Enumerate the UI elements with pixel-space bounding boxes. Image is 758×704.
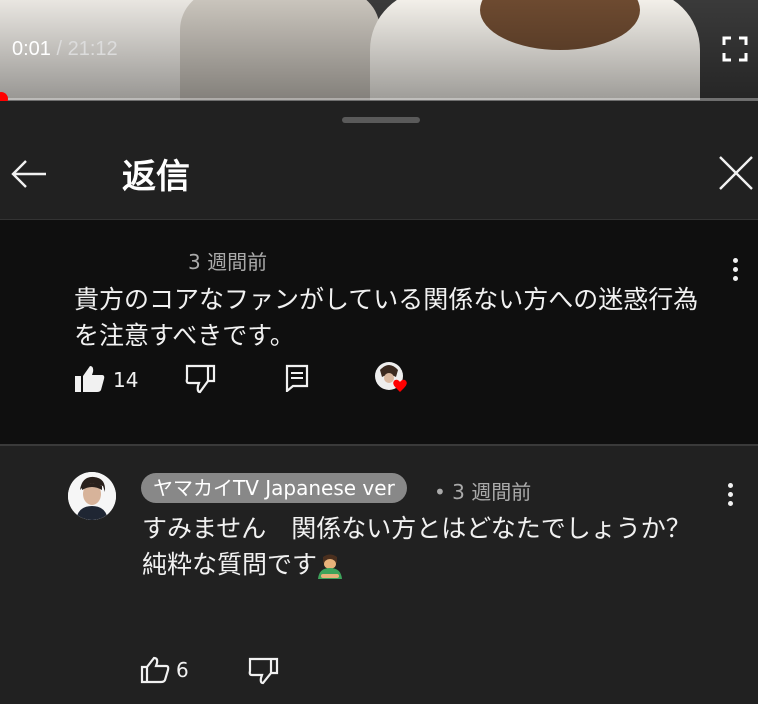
person-bowing-emoji-icon — [318, 554, 343, 579]
section-divider — [0, 444, 758, 446]
video-player[interactable]: 0:01 / 21:12 — [0, 0, 758, 100]
parent-comment: 3 週間前 貴方のコアなファンがしている関係ない方への迷惑行為を注意すべきです。… — [0, 220, 758, 444]
thumb-up-outline-icon[interactable] — [140, 656, 170, 684]
fullscreen-icon[interactable] — [722, 36, 748, 62]
comment-time: 3 週間前 — [188, 250, 268, 274]
back-arrow-icon[interactable] — [10, 155, 48, 193]
thumb-up-filled-icon[interactable] — [74, 364, 106, 394]
reply-time: • 3 週間前 — [434, 480, 532, 504]
total-time: / 21:12 — [50, 38, 118, 60]
more-vert-icon[interactable] — [726, 483, 734, 509]
more-vert-icon[interactable] — [731, 258, 739, 284]
reply-line-with-emoji: 純粋な質問です — [142, 547, 702, 583]
avatar[interactable] — [68, 472, 116, 520]
close-icon[interactable] — [716, 153, 756, 193]
panel-title: 返信 — [122, 157, 190, 197]
like-count: 6 — [176, 658, 189, 682]
reply-icon[interactable] — [285, 364, 311, 392]
video-time: 0:01 / 21:12 — [12, 38, 118, 61]
creator-heart-icon — [374, 360, 414, 396]
thumb-down-icon[interactable] — [247, 657, 279, 685]
drag-handle[interactable] — [342, 117, 420, 123]
thumb-down-icon[interactable] — [184, 364, 216, 394]
comment-text: 貴方のコアなファンがしている関係ない方への迷惑行為を注意すべきです。 — [74, 285, 699, 350]
replies-panel: 返信 3 週間前 貴方のコアなファンがしている関係ない方への迷惑行為を注意すべき… — [0, 101, 758, 704]
like-count: 14 — [113, 368, 139, 392]
reply-text: すみません 関係ない方とはどなたでしょうか？ 純粋な質問です — [142, 511, 702, 583]
current-time: 0:01 — [12, 38, 51, 60]
reply-line: 純粋な質問です — [142, 550, 318, 579]
channel-name-badge[interactable]: ヤマカイTV Japanese ver — [141, 473, 407, 503]
reply-line: すみません 関係ない方とはどなたでしょうか？ — [142, 514, 691, 543]
